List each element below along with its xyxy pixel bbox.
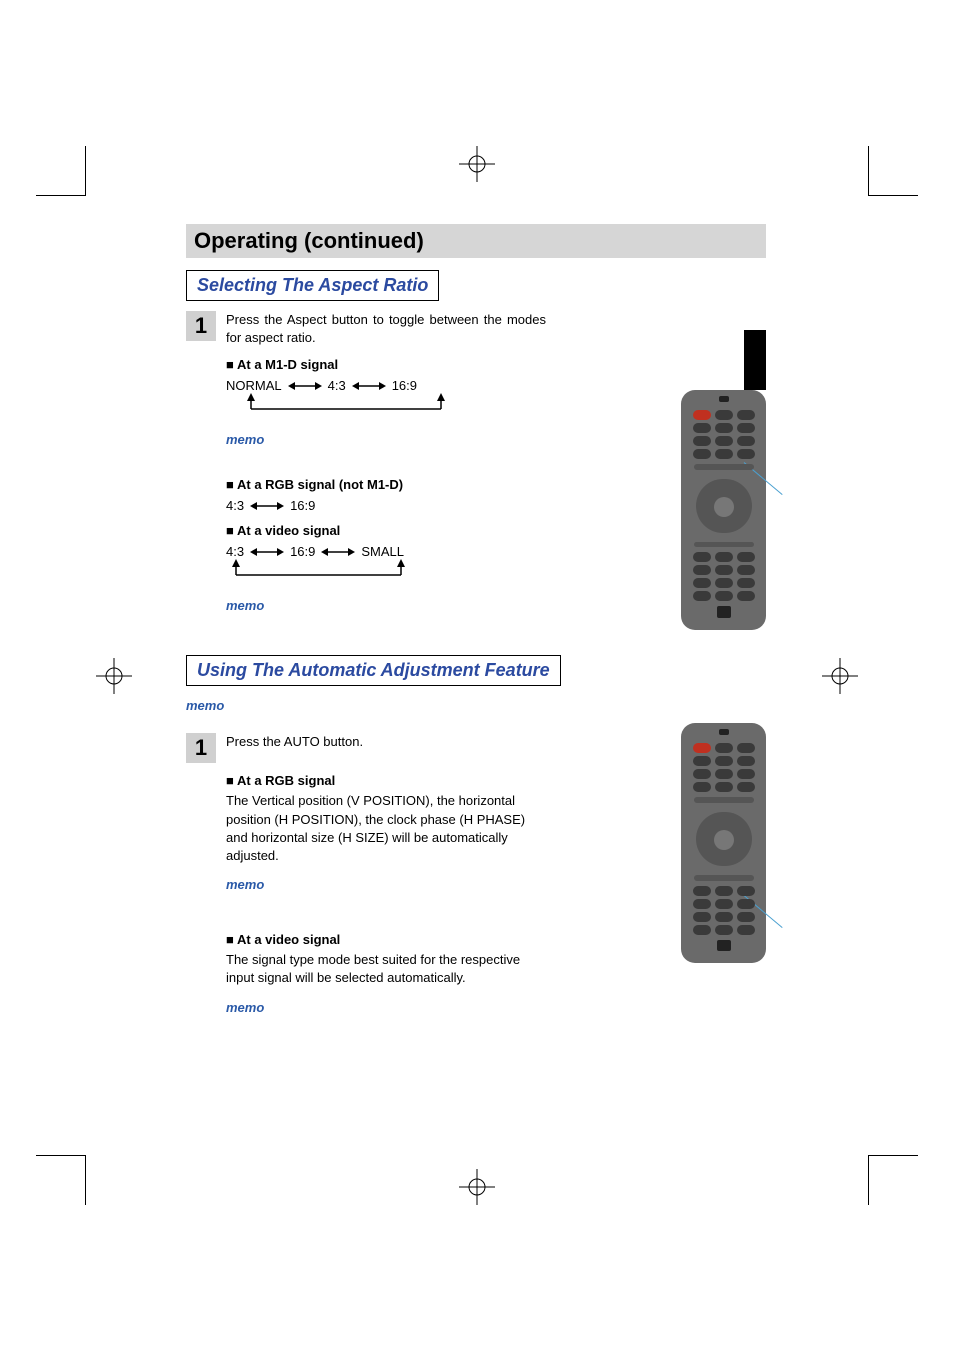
step-row: 1 Press the Aspect button to toggle betw… [186,311,766,347]
video-opt-43: 4:3 [226,544,244,559]
registration-mark-left [96,658,132,694]
step-number: 1 [186,733,216,763]
auto-video-body: The signal type mode best suited for the… [226,951,546,987]
crop-mark-tr [868,146,918,196]
registration-mark-right [822,658,858,694]
registration-mark-top [459,146,495,182]
section-title-auto: Using The Automatic Adjustment Feature [186,655,561,686]
section-title-aspect: Selecting The Aspect Ratio [186,270,439,301]
m1d-opt-169: 16:9 [392,378,417,393]
loop-arrow-icon [226,393,456,415]
section-aspect-ratio: Selecting The Aspect Ratio 1 Press the A… [186,258,766,613]
registration-mark-bottom [459,1169,495,1205]
double-arrow-icon [250,500,284,512]
m1d-opt-normal: NORMAL [226,378,282,393]
remote-buttons [687,410,760,620]
content-area: Operating (continued) Selecting The Aspe… [186,224,766,1091]
crop-mark-bl [36,1155,86,1205]
m1d-opt-43: 4:3 [328,378,346,393]
step-row: 1 Press the AUTO button. [186,733,766,763]
memo-label: memo [226,1000,766,1015]
remote-buttons [687,743,760,953]
video-opt-169: 16:9 [290,544,315,559]
rgb-opt-169: 16:9 [290,498,315,513]
rgb-opt-43: 4:3 [226,498,244,513]
step-intro-text: Press the Aspect button to toggle betwee… [226,311,546,347]
ir-window-icon [719,396,729,402]
section-auto-adjust: Using The Automatic Adjustment Feature m… [186,643,766,1014]
double-arrow-icon [250,546,284,558]
double-arrow-icon [352,380,386,392]
ir-window-icon [719,729,729,735]
m1d-heading: At a M1-D signal [226,357,766,372]
crop-mark-br [868,1155,918,1205]
memo-label: memo [186,698,766,713]
page: Operating (continued) Selecting The Aspe… [0,0,954,1351]
double-arrow-icon [321,546,355,558]
step-intro-text: Press the AUTO button. [226,733,363,751]
crop-mark-tl [36,146,86,196]
auto-rgb-body: The Vertical position (V POSITION), the … [226,792,546,865]
main-heading: Operating (continued) [186,224,766,258]
remote-illustration [681,390,766,630]
double-arrow-icon [288,380,322,392]
m1d-toggle-line: NORMAL 4:3 16:9 [226,378,766,393]
video-opt-small: SMALL [361,544,404,559]
remote-illustration [681,723,766,963]
step-number: 1 [186,311,216,341]
loop-arrow-icon [226,559,426,581]
